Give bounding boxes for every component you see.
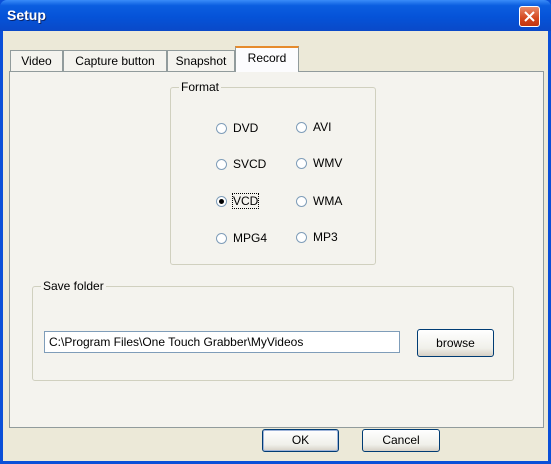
radio-circle — [296, 195, 307, 207]
tab-label: Snapshot — [175, 54, 227, 68]
radio-circle — [296, 231, 307, 243]
save-folder-path-field[interactable]: C:\Program Files\One Touch Grabber\MyVid… — [44, 331, 400, 353]
record-tab-panel: Format DVD AVI SVCD WMV VCD WMA MPG4 MP3… — [9, 71, 544, 428]
radio-circle-selected — [216, 195, 227, 207]
radio-circle — [296, 157, 307, 169]
title-bar[interactable]: Setup — [0, 0, 551, 31]
format-group-label: Format — [179, 80, 222, 94]
radio-label: SVCD — [233, 157, 267, 171]
radio-wma[interactable]: WMA — [296, 194, 342, 208]
radio-label: VCD — [231, 193, 260, 209]
radio-mpg4[interactable]: MPG4 — [216, 231, 267, 245]
radio-label: MPG4 — [233, 231, 268, 245]
save-folder-group-label: Save folder — [41, 279, 106, 293]
radio-dvd[interactable]: DVD — [216, 121, 258, 135]
radio-circle — [216, 158, 227, 170]
radio-label: MP3 — [313, 230, 338, 244]
dialog-client: Video Capture button Snapshot Record For… — [3, 31, 548, 461]
tab-snapshot[interactable]: Snapshot — [167, 50, 235, 71]
tab-record[interactable]: Record — [235, 46, 299, 72]
close-button[interactable] — [519, 6, 540, 27]
ok-button[interactable]: OK — [262, 429, 339, 452]
radio-mp3[interactable]: MP3 — [296, 230, 338, 244]
tab-video[interactable]: Video — [10, 50, 63, 71]
radio-label: WMA — [313, 194, 343, 208]
radio-label: WMV — [313, 156, 343, 170]
browse-button[interactable]: browse — [417, 329, 494, 357]
close-icon — [524, 11, 535, 22]
radio-svcd[interactable]: SVCD — [216, 157, 266, 171]
tab-capture-button[interactable]: Capture button — [63, 50, 167, 71]
tab-label: Record — [247, 51, 287, 65]
setup-window: Setup Video Capture button Snapshot Reco… — [0, 0, 551, 464]
radio-circle — [296, 121, 307, 133]
tab-label: Video — [21, 54, 52, 68]
format-group: Format DVD AVI SVCD WMV VCD WMA MPG4 MP3 — [170, 80, 376, 265]
radio-label: DVD — [233, 121, 259, 135]
radio-vcd[interactable]: VCD — [216, 193, 260, 209]
radio-avi[interactable]: AVI — [296, 120, 331, 134]
radio-circle — [216, 232, 227, 244]
cancel-button[interactable]: Cancel — [362, 429, 440, 452]
window-title: Setup — [7, 7, 46, 23]
radio-circle — [216, 122, 227, 134]
tab-label: Capture button — [75, 54, 155, 68]
radio-label: AVI — [313, 120, 332, 134]
radio-wmv[interactable]: WMV — [296, 156, 342, 170]
